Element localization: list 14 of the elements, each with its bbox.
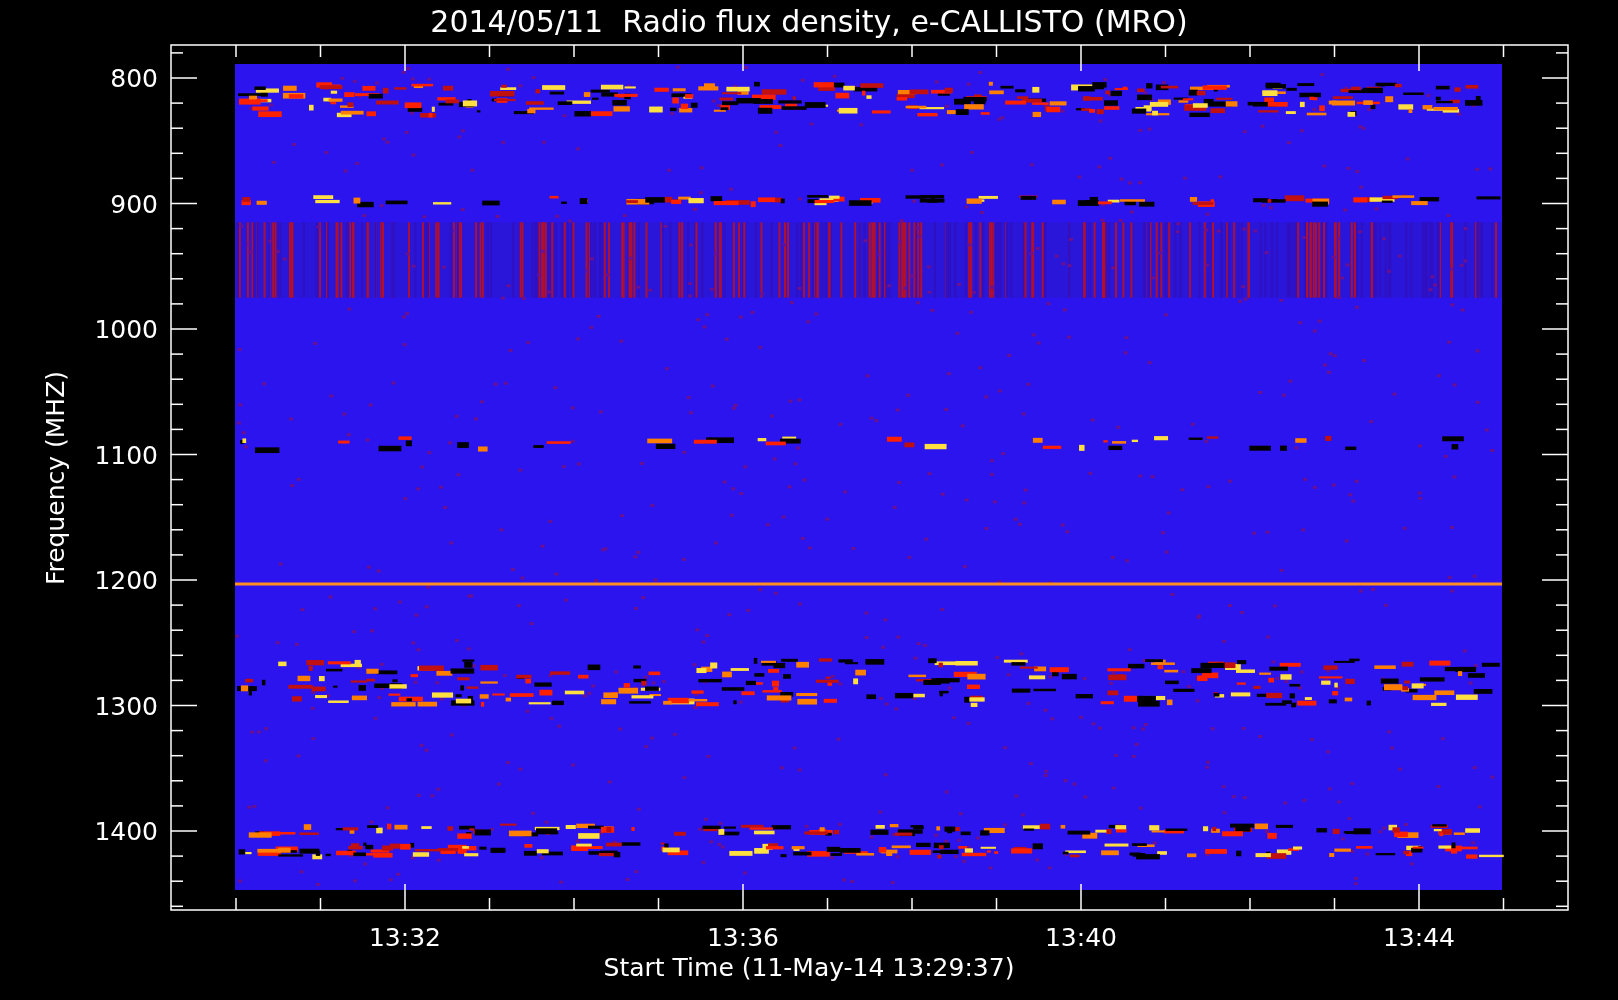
y-tick-label: 900 [110,189,158,219]
y-tick-label: 1400 [94,817,158,846]
y-tick-label: 1200 [94,566,158,595]
y-tick-label: 1000 [94,315,158,344]
chart-title: 2014/05/11 Radio flux density, e-CALLISTO (MRO) [430,4,1188,39]
y-tick-label: 1100 [94,440,158,470]
y-tick-label: 800 [110,64,158,93]
x-axis-title: Start Time (11-May-14 13:29:37) [603,953,1015,982]
y-axis-title: Frequency (MHZ) [41,370,70,586]
x-tick-label: 13:32 [369,923,441,952]
y-tick-label: 1300 [94,691,158,721]
x-tick-label: 13:36 [707,923,779,952]
x-tick-label: 13:40 [1045,923,1117,952]
x-tick-label: 13:44 [1383,923,1455,952]
